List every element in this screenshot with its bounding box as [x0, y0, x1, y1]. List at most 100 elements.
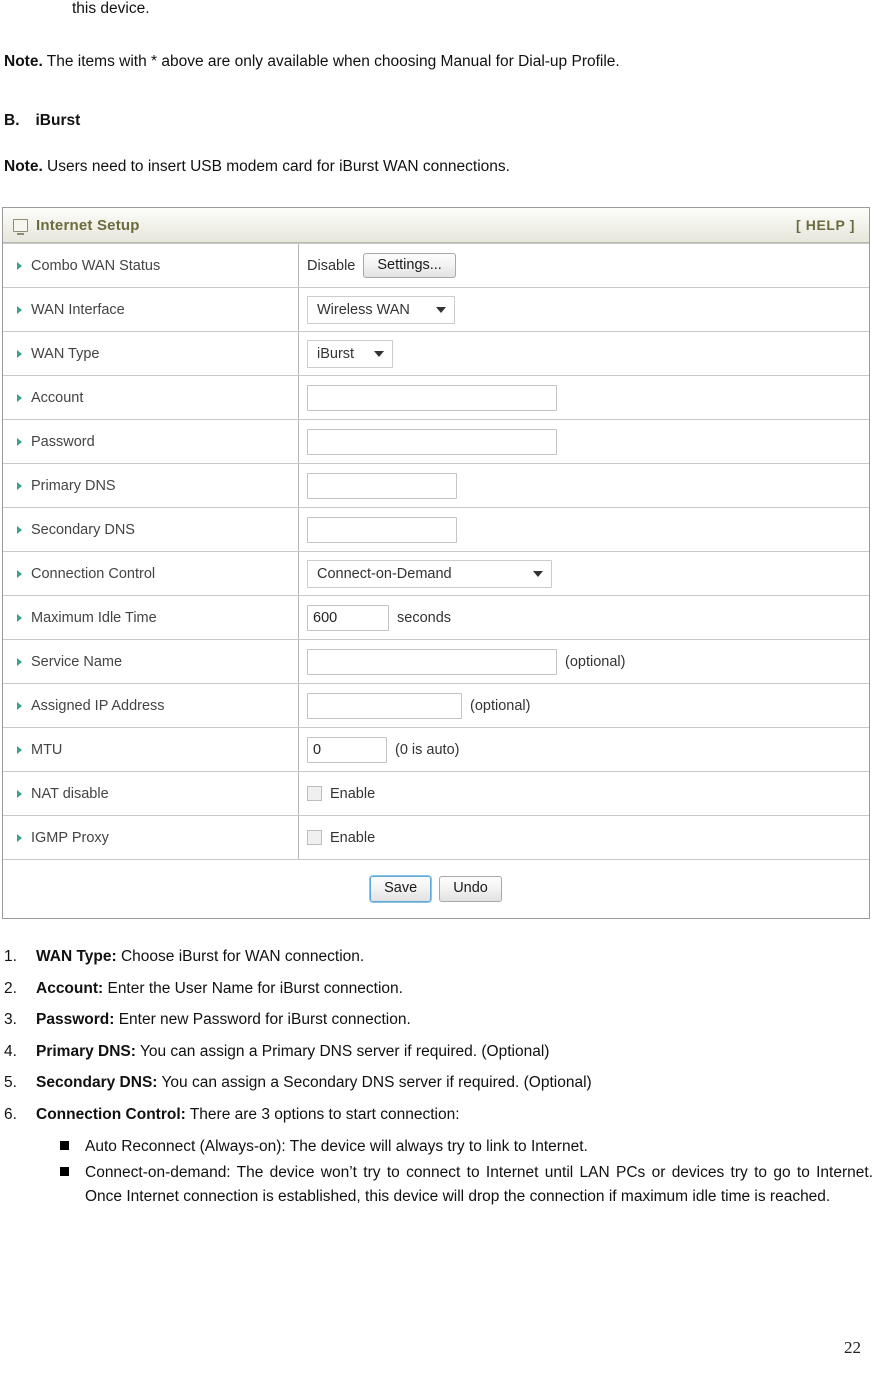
list-item-term: Secondary DNS: [36, 1074, 158, 1092]
note-label: Note. [4, 158, 43, 175]
list-item-text: There are 3 options to start connection: [185, 1105, 460, 1123]
service-name-input[interactable] [307, 648, 557, 675]
chevron-down-icon [436, 306, 446, 313]
panel-footer: Save Undo [3, 859, 869, 918]
wan-interface-select[interactable]: Wireless WAN [307, 295, 455, 324]
label-text: IGMP Proxy [31, 829, 109, 846]
undo-button[interactable]: Undo [439, 876, 502, 902]
row-label-connection-control: Connection Control [3, 552, 299, 595]
label-text: WAN Type [31, 345, 100, 362]
table-row: Assigned IP Address (optional) [3, 683, 869, 727]
label-text: NAT disable [31, 785, 109, 802]
connection-control-select[interactable]: Connect-on-Demand [307, 559, 552, 588]
igmp-proxy-checkbox[interactable] [307, 830, 322, 845]
row-value-connection-control: Connect-on-Demand [299, 552, 869, 595]
bullet-text: Auto Reconnect (Always-on): The device w… [85, 1137, 588, 1155]
account-input[interactable] [307, 384, 557, 411]
row-label-mtu: MTU [3, 728, 299, 771]
list-item-term: WAN Type: [36, 948, 117, 965]
list-item-number: 1. [4, 948, 17, 965]
list-item: 3. Password: Enter new Password for iBur… [0, 1011, 875, 1030]
list-item: 4. Primary DNS: You can assign a Primary… [0, 1043, 875, 1062]
page-number: 22 [844, 1338, 861, 1357]
note-dialup-profile: Note. The items with * above are only av… [4, 53, 620, 72]
row-value-mtu: (0 is auto) [299, 728, 869, 771]
label-text: Primary DNS [31, 477, 116, 494]
connection-control-selected-value: Connect-on-Demand [317, 565, 452, 582]
igmp-proxy-checkbox-label: Enable [330, 829, 376, 846]
row-label-nat-disable: NAT disable [3, 772, 299, 815]
label-text: Maximum Idle Time [31, 609, 157, 626]
settings-button[interactable]: Settings... [363, 252, 456, 279]
list-item-text: Enter the User Name for iBurst connectio… [103, 979, 403, 997]
row-value-igmp-proxy: Enable [299, 816, 869, 859]
bullet-arrow-icon [17, 525, 22, 534]
row-value-combo-wan-status: Disable Settings... [299, 244, 869, 287]
assigned-ip-address-input[interactable] [307, 692, 462, 719]
row-value-service-name: (optional) [299, 640, 869, 683]
list-item-text: You can assign a Primary DNS server if r… [135, 1042, 550, 1060]
note-label: Note. [4, 53, 43, 70]
chevron-down-icon [374, 350, 384, 357]
secondary-dns-input[interactable] [307, 516, 457, 543]
table-row: NAT disable Enable [3, 771, 869, 815]
table-row: Maximum Idle Time seconds [3, 595, 869, 639]
list-item-number: 3. [4, 1011, 17, 1029]
row-value-password [299, 420, 869, 463]
maximum-idle-time-input[interactable] [307, 604, 389, 631]
bullet-arrow-icon [17, 701, 22, 710]
bullet-arrow-icon [17, 745, 22, 754]
list-item-body: Secondary DNS: You can assign a Secondar… [36, 1074, 875, 1093]
table-row: WAN Type iBurst [3, 331, 869, 375]
bullet-arrow-icon [17, 349, 22, 358]
row-label-maximum-idle-time: Maximum Idle Time [3, 596, 299, 639]
label-text: Secondary DNS [31, 521, 135, 538]
section-letter: B. [4, 112, 20, 129]
bullet-text: Connect-on-demand: The device won’t try … [85, 1163, 873, 1205]
maximum-idle-time-unit: seconds [397, 609, 452, 626]
bullet-arrow-icon [17, 833, 22, 842]
section-title: iBurst [35, 112, 81, 129]
label-text: Combo WAN Status [31, 257, 161, 274]
table-row: Primary DNS [3, 463, 869, 507]
row-label-primary-dns: Primary DNS [3, 464, 299, 507]
chevron-down-icon [533, 570, 543, 577]
row-value-primary-dns [299, 464, 869, 507]
label-text: Account [31, 389, 84, 406]
help-link[interactable]: [ HELP ] [796, 217, 855, 233]
wan-type-select[interactable]: iBurst [307, 339, 393, 368]
row-value-maximum-idle-time: seconds [299, 596, 869, 639]
label-text: Service Name [31, 653, 123, 670]
connection-control-options: Auto Reconnect (Always-on): The device w… [0, 1135, 875, 1209]
list-item-term: Connection Control: [36, 1105, 186, 1123]
list-item-text: Enter new Password for iBurst connection… [114, 1011, 411, 1029]
list-item: Connect-on-demand: The device won’t try … [0, 1161, 875, 1209]
row-label-assigned-ip-address: Assigned IP Address [3, 684, 299, 727]
row-value-secondary-dns [299, 508, 869, 551]
bullet-arrow-icon [17, 789, 22, 798]
password-input[interactable] [307, 428, 557, 455]
list-item-body: WAN Type: Choose iBurst for WAN connecti… [36, 948, 875, 967]
assigned-ip-address-hint: (optional) [470, 697, 531, 714]
bullet-arrow-icon [17, 437, 22, 446]
list-item-body: Account: Enter the User Name for iBurst … [36, 980, 875, 999]
service-name-hint: (optional) [565, 653, 626, 670]
save-button[interactable]: Save [370, 876, 432, 902]
bullet-arrow-icon [17, 657, 22, 666]
nat-disable-checkbox[interactable] [307, 786, 322, 801]
wan-type-selected-value: iBurst [317, 345, 355, 362]
label-text: Assigned IP Address [31, 697, 165, 714]
primary-dns-input[interactable] [307, 472, 457, 499]
list-item: 5. Secondary DNS: You can assign a Secon… [0, 1074, 875, 1093]
row-label-account: Account [3, 376, 299, 419]
row-value-account [299, 376, 869, 419]
bullet-arrow-icon [17, 393, 22, 402]
row-value-assigned-ip-address: (optional) [299, 684, 869, 727]
mtu-input[interactable] [307, 736, 387, 763]
mtu-hint: (0 is auto) [395, 741, 460, 758]
table-row: Account [3, 375, 869, 419]
monitor-icon [13, 218, 28, 235]
page-title: Internet Setup [36, 216, 140, 234]
list-item-term: Password: [36, 1011, 115, 1029]
list-item-number: 4. [4, 1042, 17, 1060]
